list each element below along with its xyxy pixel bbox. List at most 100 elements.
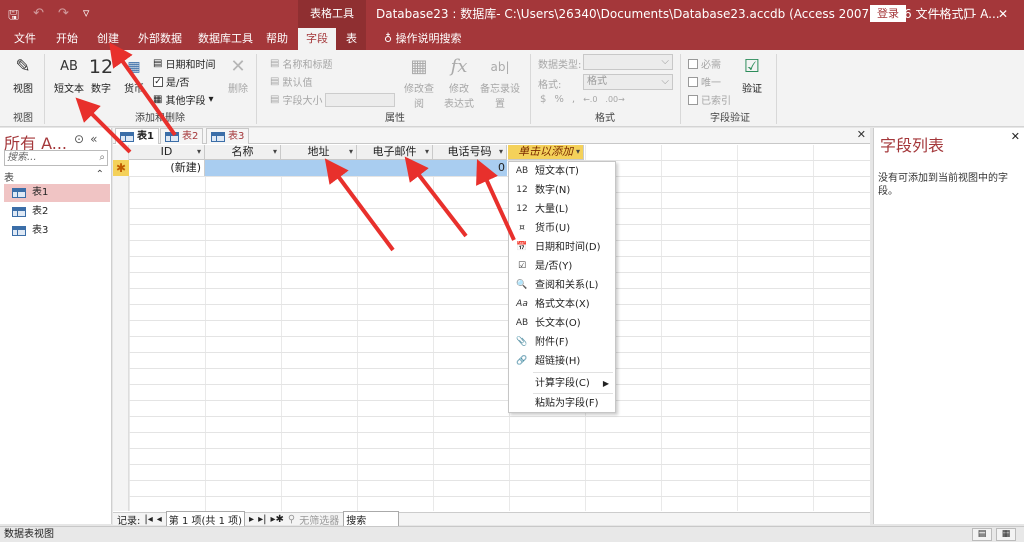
tell-me-search[interactable]: ♁ 操作说明搜索	[380, 28, 466, 50]
increase-decimal-icon[interactable]: ←.0	[583, 95, 597, 104]
chevron-down-icon[interactable]: ▾	[499, 145, 503, 159]
menu-item-calculated[interactable]: 计算字段(C) ▶	[509, 374, 615, 393]
menu-item-currency[interactable]: ¤ 货币(U)	[509, 219, 615, 238]
more-fields-button[interactable]: ▦ 其他字段 ▾	[153, 92, 213, 107]
menu-item-rich-text[interactable]: Aa 格式文本(X)	[509, 295, 615, 314]
modify-expression-label-1: 修改	[449, 84, 469, 95]
previous-record-icon[interactable]: ◂	[157, 514, 162, 525]
minimize-button[interactable]: —	[918, 0, 952, 28]
tab-fields[interactable]: 字段	[298, 28, 336, 50]
chevron-down-icon: ⌵	[661, 56, 669, 67]
unique-checkbox[interactable]: 唯一	[688, 74, 721, 89]
nav-category-tables[interactable]: 表 ⌃	[4, 169, 108, 184]
divider	[680, 54, 681, 124]
first-record-icon[interactable]: |◂	[144, 514, 152, 525]
default-value-button[interactable]: ▤ 默认值	[270, 74, 312, 89]
field-size-input[interactable]	[325, 92, 396, 107]
tab-database-tools[interactable]: 数据库工具	[194, 28, 257, 50]
nav-item-table2[interactable]: 表2	[4, 203, 110, 221]
data-type-dropdown[interactable]: ⌵	[583, 54, 673, 70]
close-button[interactable]: ✕	[986, 0, 1020, 28]
new-record-icon[interactable]: ▸✱	[270, 514, 283, 525]
no-filter-label[interactable]: 无筛选器	[299, 512, 339, 527]
menu-item-paste-as-field[interactable]: 粘贴为字段(F)	[509, 394, 615, 413]
close-document-icon[interactable]: ✕	[857, 128, 866, 141]
short-text-label: 短文本	[54, 84, 84, 95]
new-record-id-cell[interactable]: (新建)	[129, 160, 205, 176]
collapse-pane-icon[interactable]: «	[90, 132, 97, 146]
chevron-down-icon[interactable]: ▾	[425, 145, 429, 159]
menu-item-number[interactable]: 12 数字(N)	[509, 181, 615, 200]
chevron-down-icon[interactable]: ▾	[349, 145, 353, 159]
current-record-field[interactable]: 第 1 项(共 1 项)	[165, 510, 246, 528]
undo-icon[interactable]: ↶	[33, 6, 44, 28]
decrease-decimal-icon[interactable]: .00→	[605, 95, 624, 104]
datasheet-view-icon[interactable]: ▤	[972, 528, 992, 541]
indexed-checkbox[interactable]: 已索引	[688, 92, 731, 107]
tab-external-data[interactable]: 外部数据	[134, 28, 186, 50]
menu-item-short-text[interactable]: AB 短文本(T)	[509, 162, 615, 181]
modify-expression-button[interactable]: fx 修改 表达式	[444, 54, 474, 110]
comma-icon[interactable]: ,	[572, 94, 575, 105]
required-checkbox[interactable]: 必需	[688, 56, 721, 71]
restore-button[interactable]: ❐	[952, 0, 986, 28]
nav-search-input[interactable]: 搜索... ⌕	[4, 150, 108, 166]
menu-item-lookup[interactable]: 🔍 查阅和关系(L)	[509, 276, 615, 295]
yesno-button[interactable]: ✓ 是/否	[153, 74, 189, 89]
short-text-button[interactable]: AB 短文本	[52, 54, 86, 95]
short-text-icon: AB	[60, 59, 78, 74]
customize-qat-icon[interactable]: ▿	[83, 6, 90, 28]
tab-help[interactable]: 帮助	[262, 28, 292, 50]
new-record-selector[interactable]: ✱	[113, 160, 129, 176]
redo-icon[interactable]: ↷	[58, 6, 69, 28]
save-icon[interactable]: 🖫	[8, 6, 19, 28]
design-view-icon[interactable]: ▦	[996, 528, 1016, 541]
menu-item-attachment[interactable]: 📎 附件(F)	[509, 333, 615, 352]
menu-item-large-number[interactable]: 12 大量(L)	[509, 200, 615, 219]
next-record-icon[interactable]: ▸	[249, 514, 254, 525]
menu-item-hyperlink[interactable]: 🔗 超链接(H)	[509, 352, 615, 371]
chevron-down-icon[interactable]: ▾	[273, 145, 277, 159]
close-field-list-icon[interactable]: ✕	[1011, 130, 1020, 143]
doc-tab-table3[interactable]: 表3	[206, 128, 250, 144]
chevron-down-icon[interactable]: ▾	[576, 145, 580, 159]
tab-file[interactable]: 文件	[10, 28, 40, 50]
last-record-icon[interactable]: ▸|	[258, 514, 266, 525]
tab-home[interactable]: 开始	[52, 28, 82, 50]
nav-item-table3[interactable]: 表3	[4, 222, 110, 240]
name-caption-button[interactable]: ▤ 名称和标题	[270, 56, 332, 71]
format-dropdown[interactable]: 格式 ⌵	[583, 74, 673, 90]
column-header-address[interactable]: 地址 ▾	[281, 145, 357, 160]
record-search-input[interactable]: 搜索	[343, 510, 400, 528]
tab-table[interactable]: 表	[342, 28, 361, 50]
chevron-down-icon[interactable]: ▾	[197, 145, 201, 159]
datetime-button[interactable]: ▤ 日期和时间	[153, 56, 215, 71]
currency-format-icon[interactable]: $	[540, 94, 546, 105]
currency-button[interactable]: ▦ 货币	[120, 54, 148, 95]
percent-icon[interactable]: %	[554, 94, 564, 105]
menu-item-yesno[interactable]: ☑ 是/否(Y)	[509, 257, 615, 276]
column-header-email[interactable]: 电子邮件 ▾	[357, 145, 433, 160]
memo-settings-button[interactable]: ab| 备忘录设置	[476, 54, 524, 110]
modify-expression-label-2: 表达式	[444, 99, 474, 110]
search-icon[interactable]: ⌕	[99, 151, 105, 165]
view-button[interactable]: ✎ 视图	[8, 54, 38, 95]
doc-tab-table2[interactable]: 表2	[160, 128, 204, 144]
validation-button[interactable]: ☑ 验证	[738, 54, 766, 95]
nav-menu-icon[interactable]: ⊙	[74, 132, 84, 146]
menu-item-datetime[interactable]: 📅 日期和时间(D)	[509, 238, 615, 257]
menu-item-long-text[interactable]: AB 长文本(O)	[509, 314, 615, 333]
click-to-add-header[interactable]: 单击以添加 ▾	[508, 145, 584, 160]
column-header-phone[interactable]: 电话号码 ▾	[433, 145, 507, 160]
modify-lookups-button[interactable]: ▦ 修改查阅	[400, 54, 438, 110]
nav-item-table1[interactable]: 表1	[4, 184, 110, 202]
tab-create[interactable]: 创建	[93, 28, 123, 50]
column-header-name[interactable]: 名称 ▾	[205, 145, 281, 160]
number-button[interactable]: 12 数字	[88, 54, 114, 95]
delete-button[interactable]: ✕ 删除	[226, 54, 250, 95]
datasheet-grid[interactable]: ID ▾ 名称 ▾ 地址 ▾ 电子邮件 ▾ 电话号码 ▾ 单击以添加 ▾ ✱ (新建) 0	[113, 145, 870, 511]
doc-tab-table1[interactable]: 表1	[115, 128, 159, 144]
column-header-id[interactable]: ID ▾	[129, 145, 205, 160]
new-record-row[interactable]: (新建) 0	[129, 160, 507, 176]
login-button[interactable]: 登录	[870, 5, 906, 22]
